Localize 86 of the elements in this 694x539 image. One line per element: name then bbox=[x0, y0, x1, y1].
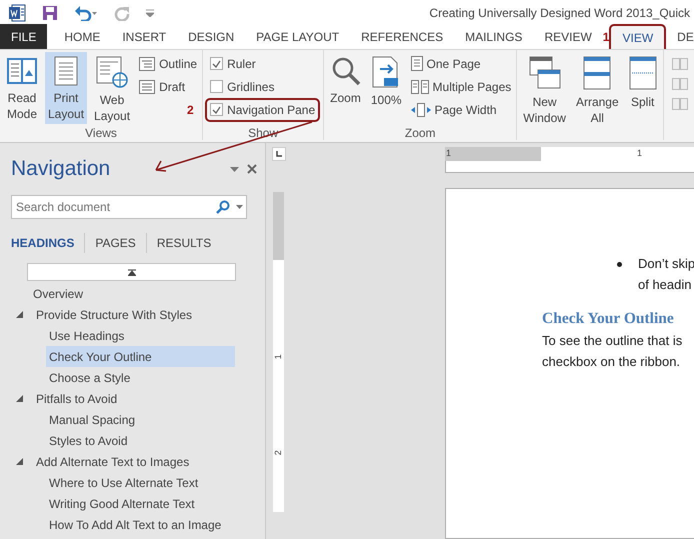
ribbon-button[interactable]: Page Width bbox=[408, 98, 514, 121]
arrange-icon bbox=[583, 56, 612, 90]
ribbon-button[interactable]: 100% bbox=[368, 52, 405, 124]
page-icon bbox=[54, 56, 78, 86]
pane-tab[interactable]: RESULTS bbox=[146, 233, 222, 253]
ribbon-tab[interactable]: DESIGN bbox=[177, 24, 246, 49]
ribbon-button[interactable]: New Window bbox=[520, 52, 569, 124]
caret-icon[interactable] bbox=[236, 205, 243, 209]
ribbon-button[interactable]: Outline bbox=[137, 52, 200, 75]
ribbon-button[interactable]: Print Layout bbox=[45, 52, 88, 124]
save-icon[interactable] bbox=[42, 4, 58, 20]
ruler-number: 1 bbox=[445, 147, 541, 161]
ribbon-button[interactable]: Multiple Pages bbox=[408, 75, 514, 98]
ruler-number: 2 bbox=[272, 450, 284, 455]
heading-item[interactable]: Pitfalls to Avoid bbox=[33, 388, 120, 409]
close-icon[interactable] bbox=[247, 164, 257, 174]
ribbon-button[interactable]: Web Layout bbox=[91, 52, 134, 124]
ribbon-tab[interactable]: HOME bbox=[53, 24, 112, 49]
heading-item[interactable]: Manual Spacing bbox=[46, 409, 138, 430]
expanded-triangle-icon[interactable] bbox=[16, 458, 23, 465]
page-width-icon bbox=[410, 102, 431, 116]
heading-item[interactable]: Writing Good Alternate Text bbox=[46, 493, 198, 514]
checkbox-option[interactable]: Gridlines bbox=[210, 78, 274, 96]
page-icon bbox=[410, 56, 423, 71]
draft-icon bbox=[139, 80, 156, 94]
heading-item[interactable]: How To Add Alt Text to an Image bbox=[46, 514, 224, 535]
word-icon bbox=[8, 4, 26, 22]
checkbox-option[interactable]: Navigation Pane bbox=[205, 98, 320, 122]
window-title: Creating Universally Designed Word 2013_Quick bbox=[429, 4, 690, 22]
page-zoom-icon bbox=[372, 56, 400, 88]
heading-item[interactable]: Provide Structure With Styles bbox=[33, 304, 196, 325]
ribbon-button[interactable]: Read Mode bbox=[3, 52, 41, 124]
ribbon-tab[interactable]: REVIEW bbox=[533, 24, 603, 49]
tab-stop-icon bbox=[276, 151, 282, 157]
caret-icon[interactable] bbox=[230, 166, 239, 172]
book-icon bbox=[6, 56, 38, 86]
heading-item[interactable]: Where to Use Alternate Text bbox=[46, 472, 202, 493]
heading-item[interactable]: Overview bbox=[30, 283, 86, 304]
heading-item[interactable]: Choose a Style bbox=[46, 367, 134, 388]
heading-item[interactable]: Use Headings bbox=[46, 325, 128, 346]
ribbon-tab[interactable]: INSERT bbox=[111, 24, 178, 49]
split-icon bbox=[628, 56, 657, 90]
check-icon bbox=[212, 106, 222, 114]
ribbon-button[interactable]: Split bbox=[626, 52, 660, 124]
search-icon bbox=[216, 200, 230, 214]
pages-icon bbox=[410, 80, 429, 94]
undo-icon[interactable] bbox=[74, 4, 98, 20]
ribbon-tab[interactable]: REFERENCES bbox=[350, 24, 454, 49]
heading-item[interactable]: Check Your Outline bbox=[46, 346, 235, 367]
bullet-text: of headin bbox=[638, 276, 692, 294]
ribbon-button[interactable]: Draft bbox=[137, 75, 200, 98]
ribbon-tab[interactable]: VIEW bbox=[609, 24, 666, 49]
windows-icon bbox=[528, 56, 561, 90]
callout-number: 2 bbox=[187, 102, 194, 118]
ribbon-tab[interactable]: FILE bbox=[0, 24, 48, 49]
ribbon-button[interactable]: Zoom bbox=[327, 52, 364, 124]
pane-tab[interactable]: PAGES bbox=[85, 233, 146, 253]
document-heading: Check Your Outline bbox=[541, 309, 675, 329]
expanded-triangle-icon[interactable] bbox=[16, 311, 23, 318]
outline-icon bbox=[139, 56, 156, 70]
ribbon-tab[interactable]: MAILINGS bbox=[454, 24, 534, 49]
tab-selector-button[interactable] bbox=[272, 147, 286, 161]
heading-item[interactable]: Add Alternate Text to Images bbox=[33, 451, 192, 472]
web-page-icon bbox=[96, 56, 128, 88]
ruler-number: 1 bbox=[272, 354, 284, 360]
collapse-up-icon bbox=[128, 268, 136, 276]
group-label: Views bbox=[84, 125, 118, 140]
checkbox-option[interactable]: Ruler bbox=[210, 54, 256, 72]
heading-item[interactable]: Styles to Avoid bbox=[46, 430, 130, 451]
pane-tab[interactable]: HEADINGS bbox=[0, 233, 84, 253]
search-icon bbox=[330, 56, 360, 86]
callout-number: 1 bbox=[602, 29, 610, 46]
group-label: Zoom bbox=[404, 125, 437, 140]
caret-icon[interactable] bbox=[146, 8, 154, 16]
ribbon-tab[interactable]: PAGE LAYOUT bbox=[245, 24, 350, 49]
ribbon-button[interactable]: One Page bbox=[408, 52, 514, 75]
check-icon bbox=[212, 60, 222, 68]
bullet-icon bbox=[617, 262, 622, 267]
expanded-triangle-icon[interactable] bbox=[16, 395, 23, 402]
ribbon-button[interactable]: Arrange All bbox=[572, 52, 622, 124]
paragraph-text: checkbox on the ribbon. bbox=[541, 353, 682, 372]
ruler-number: 1 bbox=[637, 147, 642, 160]
pane-title: Navigation bbox=[11, 156, 110, 182]
ribbon-tab[interactable]: DE bbox=[666, 24, 694, 49]
search-field[interactable]: Search document bbox=[11, 195, 247, 219]
paragraph-text: To see the outline that is bbox=[541, 332, 684, 350]
